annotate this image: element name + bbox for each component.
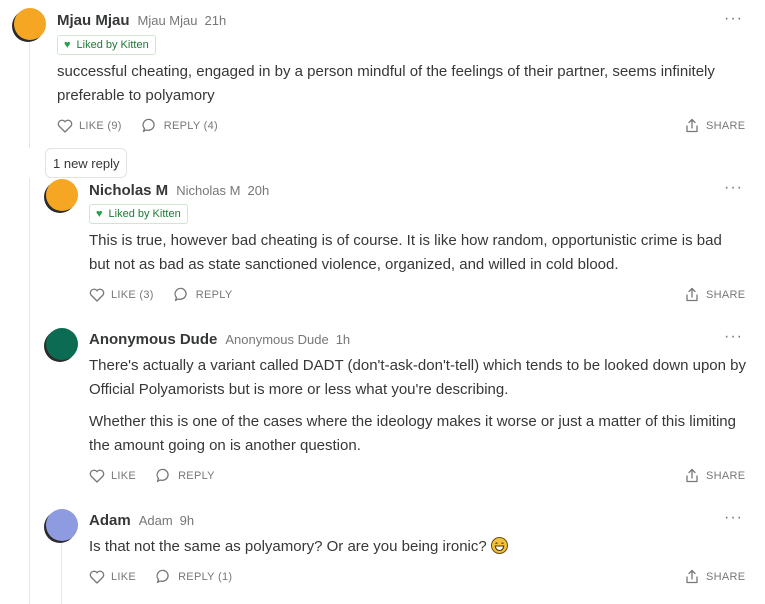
author-handle[interactable]: Mjau Mjau bbox=[138, 13, 198, 28]
liked-by-badge: ♥ Liked by Kitten bbox=[89, 204, 188, 224]
share-button[interactable]: SHARE bbox=[685, 468, 745, 483]
avatar[interactable] bbox=[46, 179, 78, 211]
heart-outline-icon bbox=[89, 469, 105, 483]
share-icon bbox=[686, 118, 698, 133]
more-options-icon[interactable]: ··· bbox=[724, 329, 743, 345]
avatar[interactable] bbox=[46, 328, 78, 360]
heart-icon: ♥ bbox=[64, 39, 71, 51]
comment-body: Is that not the same as polyamory? Or ar… bbox=[89, 535, 739, 567]
share-button[interactable]: SHARE bbox=[685, 287, 745, 302]
heart-outline-icon bbox=[89, 288, 105, 302]
thread-line bbox=[29, 178, 30, 604]
heart-outline-icon bbox=[57, 119, 73, 133]
author-name[interactable]: Nicholas M bbox=[89, 182, 168, 199]
more-options-icon[interactable]: ··· bbox=[724, 11, 743, 27]
reply-bubble-icon bbox=[156, 569, 169, 584]
like-button[interactable]: LIKE (9) bbox=[57, 119, 122, 133]
new-reply-button[interactable]: 1 new reply bbox=[45, 148, 128, 178]
reply-button[interactable]: REPLY (1) bbox=[156, 569, 232, 584]
avatar[interactable] bbox=[14, 8, 46, 40]
share-button[interactable]: SHARE bbox=[685, 118, 745, 133]
more-options-icon[interactable]: ··· bbox=[724, 180, 743, 196]
heart-icon: ♥ bbox=[96, 208, 103, 220]
liked-by-badge: ♥ Liked by Kitten bbox=[57, 35, 156, 55]
timestamp[interactable]: 1h bbox=[336, 332, 350, 347]
share-icon bbox=[686, 468, 698, 483]
grinning-face-icon bbox=[490, 537, 508, 554]
author-handle[interactable]: Adam bbox=[139, 513, 173, 528]
share-icon bbox=[686, 569, 698, 584]
timestamp[interactable]: 21h bbox=[204, 13, 226, 28]
reply-button[interactable]: REPLY (4) bbox=[142, 118, 218, 133]
reply-bubble-icon bbox=[174, 287, 187, 302]
heart-outline-icon bbox=[89, 570, 105, 584]
thread-line bbox=[61, 540, 62, 604]
author-name[interactable]: Adam bbox=[89, 512, 131, 529]
comment-body: There's actually a variant called DADT (… bbox=[89, 357, 746, 454]
reply-bubble-icon bbox=[156, 468, 169, 483]
like-button[interactable]: LIKE (3) bbox=[89, 288, 154, 302]
reply-button[interactable]: REPLY bbox=[174, 287, 233, 302]
share-icon bbox=[686, 287, 698, 302]
reply-bubble-icon bbox=[142, 118, 155, 133]
avatar[interactable] bbox=[46, 509, 78, 541]
comment-body: successful cheating, engaged in by a per… bbox=[57, 63, 715, 104]
author-handle[interactable]: Anonymous Dude bbox=[225, 332, 328, 347]
author-handle[interactable]: Nicholas M bbox=[176, 183, 240, 198]
timestamp[interactable]: 20h bbox=[247, 183, 269, 198]
share-button[interactable]: SHARE bbox=[685, 569, 745, 584]
thread-line bbox=[29, 40, 30, 148]
comment-body: This is true, however bad cheating is of… bbox=[89, 232, 722, 273]
reply-button[interactable]: REPLY bbox=[156, 468, 215, 483]
like-button[interactable]: LIKE bbox=[89, 469, 136, 483]
timestamp[interactable]: 9h bbox=[180, 513, 194, 528]
author-name[interactable]: Mjau Mjau bbox=[57, 12, 130, 29]
author-name[interactable]: Anonymous Dude bbox=[89, 331, 217, 348]
more-options-icon[interactable]: ··· bbox=[724, 510, 743, 526]
like-button[interactable]: LIKE bbox=[89, 570, 136, 584]
